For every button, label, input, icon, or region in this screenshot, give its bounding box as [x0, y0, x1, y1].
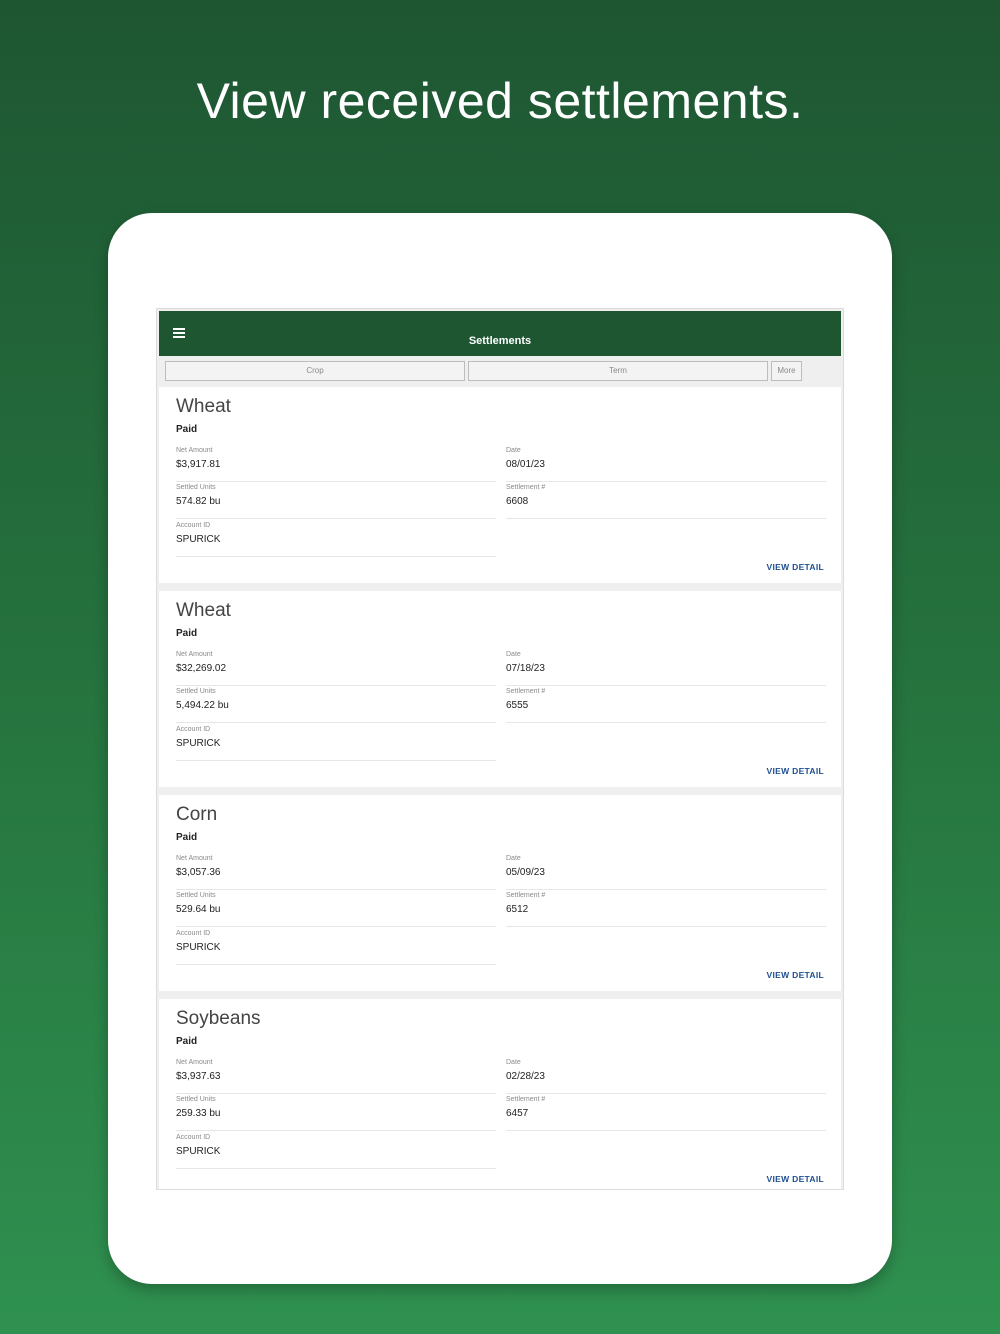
view-detail-link[interactable]: VIEW DETAIL: [767, 1174, 824, 1184]
settlement-card[interactable]: Wheat Paid Net Amount $32,269.02 Date 07…: [159, 591, 841, 787]
settlement-card[interactable]: Soybeans Paid Net Amount $3,937.63 Date …: [159, 999, 841, 1189]
date-field: Date 02/28/23: [506, 1059, 826, 1094]
status-label: Paid: [176, 424, 198, 435]
settled-units-field: Settled Units 574.82 bu: [176, 484, 496, 519]
account-id-field: Account ID SPURICK: [176, 522, 496, 557]
field-label: Net Amount: [176, 1059, 213, 1066]
filter-bar: Crop Term More: [157, 361, 843, 383]
field-label: Account ID: [176, 522, 211, 529]
settlement-number-value: 6608: [506, 496, 529, 507]
settlement-number-field: Settlement # 6457: [506, 1096, 826, 1131]
field-label: Settled Units: [176, 1096, 216, 1103]
field-label: Settlement #: [506, 1096, 546, 1103]
status-label: Paid: [176, 1036, 198, 1047]
field-label: Settlement #: [506, 892, 546, 899]
account-id-value: SPURICK: [176, 738, 221, 749]
crop-name: Soybeans: [176, 1008, 261, 1029]
field-label: Settled Units: [176, 484, 216, 491]
net-amount-value: $32,269.02: [176, 663, 227, 674]
settlement-number-field: Settlement # 6512: [506, 892, 826, 927]
net-amount-field: Net Amount $3,937.63: [176, 1059, 496, 1094]
account-id-field: Account ID SPURICK: [176, 930, 496, 965]
settled-units-value: 259.33 bu: [176, 1108, 221, 1119]
field-label: Settlement #: [506, 484, 546, 491]
status-label: Paid: [176, 628, 198, 639]
settled-units-value: 5,494.22 bu: [176, 700, 229, 711]
settlement-number-value: 6512: [506, 904, 529, 915]
net-amount-field: Net Amount $3,917.81: [176, 447, 496, 482]
status-label: Paid: [176, 832, 198, 843]
app-screen: Settlements Crop Term More Wheat Paid Ne…: [156, 308, 844, 1190]
promo-headline: View received settlements.: [196, 73, 804, 129]
account-id-field: Account ID SPURICK: [176, 1134, 496, 1169]
settlement-number-field: Settlement # 6608: [506, 484, 826, 519]
crop-filter-button[interactable]: Crop: [165, 361, 465, 381]
net-amount-value: $3,917.81: [176, 459, 221, 470]
date-value: 02/28/23: [506, 1071, 545, 1082]
field-label: Account ID: [176, 930, 211, 937]
settled-units-value: 529.64 bu: [176, 904, 221, 915]
field-label: Account ID: [176, 1134, 211, 1141]
page-title: Settlements: [468, 335, 532, 347]
settled-units-field: Settled Units 259.33 bu: [176, 1096, 496, 1131]
net-amount-value: $3,937.63: [176, 1071, 221, 1082]
crop-name: Wheat: [176, 600, 231, 621]
crop-name: Corn: [176, 804, 218, 825]
field-label: Settlement #: [506, 688, 546, 695]
net-amount-value: $3,057.36: [176, 867, 221, 878]
date-value: 08/01/23: [506, 459, 545, 470]
app-bar: Settlements: [159, 311, 841, 356]
field-label: Settled Units: [176, 892, 216, 899]
account-id-value: SPURICK: [176, 1146, 221, 1157]
account-id-field: Account ID SPURICK: [176, 726, 496, 761]
date-value: 07/18/23: [506, 663, 545, 674]
view-detail-link[interactable]: VIEW DETAIL: [767, 970, 824, 980]
settlement-card[interactable]: Wheat Paid Net Amount $3,917.81 Date 08/…: [159, 387, 841, 583]
field-label: Date: [506, 447, 521, 454]
date-field: Date 05/09/23: [506, 855, 826, 890]
settlement-card[interactable]: Corn Paid Net Amount $3,057.36 Date 05/0…: [159, 795, 841, 991]
more-filter-button[interactable]: More: [771, 361, 802, 381]
field-label: Net Amount: [176, 855, 213, 862]
crop-name: Wheat: [176, 396, 231, 417]
settlement-number-value: 6555: [506, 700, 529, 711]
field-label: Net Amount: [176, 447, 213, 454]
settlement-number-field: Settlement # 6555: [506, 688, 826, 723]
settled-units-field: Settled Units 529.64 bu: [176, 892, 496, 927]
term-filter-button[interactable]: Term: [468, 361, 768, 381]
settled-units-field: Settled Units 5,494.22 bu: [176, 688, 496, 723]
field-label: Date: [506, 855, 521, 862]
date-field: Date 07/18/23: [506, 651, 826, 686]
field-label: Net Amount: [176, 651, 213, 658]
settled-units-value: 574.82 bu: [176, 496, 221, 507]
net-amount-field: Net Amount $32,269.02: [176, 651, 496, 686]
field-label: Settled Units: [176, 688, 216, 695]
account-id-value: SPURICK: [176, 534, 221, 545]
net-amount-field: Net Amount $3,057.36: [176, 855, 496, 890]
settlement-number-value: 6457: [506, 1108, 529, 1119]
view-detail-link[interactable]: VIEW DETAIL: [767, 766, 824, 776]
field-label: Date: [506, 1059, 521, 1066]
account-id-value: SPURICK: [176, 942, 221, 953]
date-value: 05/09/23: [506, 867, 545, 878]
date-field: Date 08/01/23: [506, 447, 826, 482]
view-detail-link[interactable]: VIEW DETAIL: [767, 562, 824, 572]
field-label: Date: [506, 651, 521, 658]
field-label: Account ID: [176, 726, 211, 733]
